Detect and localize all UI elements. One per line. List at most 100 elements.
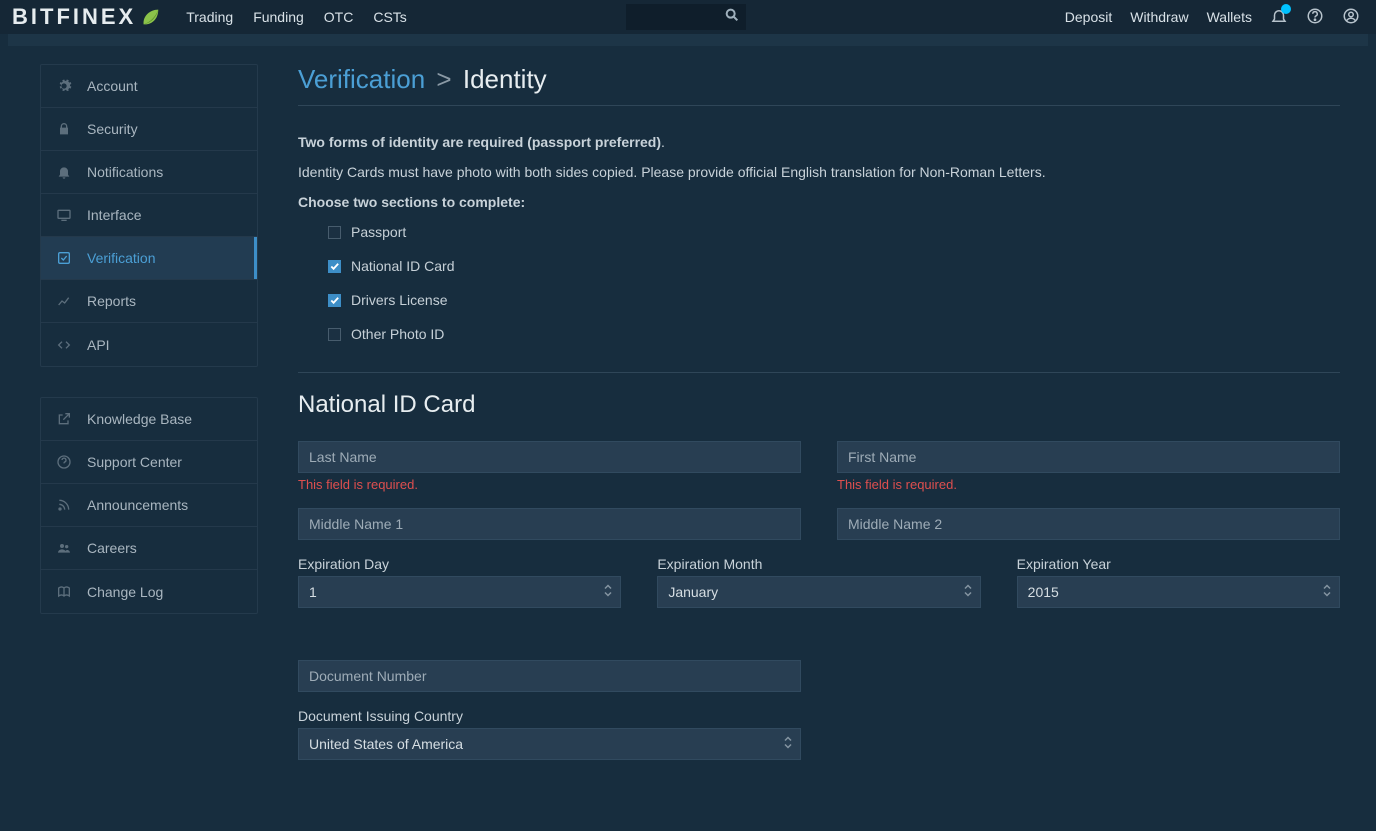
checkbox-other-photo-id[interactable]: Other Photo ID	[328, 326, 1340, 342]
sidebar-item-reports[interactable]: Reports	[41, 280, 257, 323]
sidebar-item-label: Notifications	[87, 164, 163, 180]
last-name-field: This field is required.	[298, 441, 801, 492]
sidebar-item-label: Careers	[87, 540, 137, 556]
last-name-input[interactable]	[298, 441, 801, 473]
nav-withdraw[interactable]: Withdraw	[1130, 9, 1188, 25]
middle-name-1-input[interactable]	[298, 508, 801, 540]
expiration-month-select[interactable]: January	[657, 576, 980, 608]
middle-name-2-input[interactable]	[837, 508, 1340, 540]
sidebar-item-support-center[interactable]: Support Center	[41, 441, 257, 484]
sidebar-item-label: Knowledge Base	[87, 411, 192, 427]
sidebar-item-account[interactable]: Account	[41, 65, 257, 108]
nav-funding[interactable]: Funding	[253, 9, 304, 25]
sidebar-item-label: API	[87, 337, 110, 353]
global-search	[626, 4, 746, 30]
search-button[interactable]	[724, 7, 740, 26]
bell-icon	[55, 163, 73, 181]
section-divider	[298, 372, 1340, 373]
document-number-input[interactable]	[298, 660, 801, 692]
field-label: Expiration Year	[1017, 556, 1340, 572]
sidebar-item-label: Security	[87, 121, 138, 137]
sidebar-group-support: Knowledge Base Support Center Announceme…	[40, 397, 258, 614]
section-heading: National ID Card	[298, 391, 1340, 419]
sidebar-item-verification[interactable]: Verification	[41, 237, 257, 280]
checkbox-icon	[328, 328, 341, 341]
id-type-checklist: Passport National ID Card Drivers Licens…	[328, 224, 1340, 342]
sidebar-group-account: Account Security Notifications Interface…	[40, 64, 258, 367]
people-icon	[55, 539, 73, 557]
leaf-icon	[138, 5, 162, 29]
sidebar-item-knowledge-base[interactable]: Knowledge Base	[41, 398, 257, 441]
rss-icon	[55, 496, 73, 514]
sidebar-item-api[interactable]: API	[41, 323, 257, 366]
expiration-day-select[interactable]: 1	[298, 576, 621, 608]
sidebar-item-label: Announcements	[87, 497, 188, 513]
issuing-country-select[interactable]: United States of America	[298, 728, 801, 760]
breadcrumb-root[interactable]: Verification	[298, 64, 425, 94]
top-bar: BITFINEX Trading Funding OTC CSTs Deposi…	[0, 0, 1376, 34]
primary-nav: Trading Funding OTC CSTs	[186, 9, 407, 25]
main-content: Verification > Identity Two forms of ide…	[298, 64, 1376, 800]
notifications-button[interactable]	[1270, 7, 1288, 28]
nav-deposit[interactable]: Deposit	[1065, 9, 1112, 25]
sidebar-item-careers[interactable]: Careers	[41, 527, 257, 570]
checkbox-icon	[328, 226, 341, 239]
sidebar-item-label: Verification	[87, 250, 155, 266]
gear-icon	[55, 77, 73, 95]
form-spacer	[298, 624, 1340, 644]
last-name-error: This field is required.	[298, 477, 801, 492]
sidebar-item-notifications[interactable]: Notifications	[41, 151, 257, 194]
help-icon	[55, 453, 73, 471]
first-name-error: This field is required.	[837, 477, 1340, 492]
nav-trading[interactable]: Trading	[186, 9, 233, 25]
sidebar-item-security[interactable]: Security	[41, 108, 257, 151]
account-button[interactable]	[1342, 7, 1360, 28]
checkbox-label: Drivers License	[351, 292, 447, 308]
issuing-country-field: Document Issuing Country United States o…	[298, 708, 801, 760]
checkbox-passport[interactable]: Passport	[328, 224, 1340, 240]
secondary-nav: Deposit Withdraw Wallets	[1065, 7, 1360, 28]
sidebar-item-label: Support Center	[87, 454, 182, 470]
help-button[interactable]	[1306, 7, 1324, 28]
sidebar-item-change-log[interactable]: Change Log	[41, 570, 257, 613]
checkbox-label: Passport	[351, 224, 406, 240]
sidebar-item-label: Reports	[87, 293, 136, 309]
external-link-icon	[55, 410, 73, 428]
intro-bold: Two forms of identity are required (pass…	[298, 134, 661, 150]
sidebar: Account Security Notifications Interface…	[40, 64, 258, 800]
page-title: Verification > Identity	[298, 64, 1340, 106]
checkbox-icon	[328, 294, 341, 307]
user-icon	[1342, 7, 1360, 28]
first-name-field: This field is required.	[837, 441, 1340, 492]
intro-line-2: Identity Cards must have photo with both…	[298, 164, 1340, 180]
brand-name: BITFINEX	[12, 4, 136, 30]
check-square-icon	[55, 249, 73, 267]
nav-wallets[interactable]: Wallets	[1207, 9, 1252, 25]
checkbox-national-id[interactable]: National ID Card	[328, 258, 1340, 274]
sidebar-item-label: Account	[87, 78, 138, 94]
chart-line-icon	[55, 292, 73, 310]
expiration-year-select[interactable]: 2015	[1017, 576, 1340, 608]
checkbox-drivers-license[interactable]: Drivers License	[328, 292, 1340, 308]
sidebar-item-label: Interface	[87, 207, 141, 223]
monitor-icon	[55, 206, 73, 224]
field-label: Expiration Month	[657, 556, 980, 572]
book-icon	[55, 583, 73, 601]
intro-line-3: Choose two sections to complete:	[298, 194, 1340, 210]
checkbox-icon	[328, 260, 341, 273]
breadcrumb-leaf: Identity	[463, 64, 547, 94]
document-number-field	[298, 660, 801, 692]
sidebar-item-label: Change Log	[87, 584, 163, 600]
sidebar-item-announcements[interactable]: Announcements	[41, 484, 257, 527]
checkbox-label: National ID Card	[351, 258, 455, 274]
expiration-month-field: Expiration Month January	[657, 556, 980, 608]
first-name-input[interactable]	[837, 441, 1340, 473]
nav-csts[interactable]: CSTs	[373, 9, 406, 25]
code-icon	[55, 336, 73, 354]
sidebar-item-interface[interactable]: Interface	[41, 194, 257, 237]
nav-otc[interactable]: OTC	[324, 9, 354, 25]
field-label: Document Issuing Country	[298, 708, 801, 724]
search-icon	[724, 11, 740, 26]
brand[interactable]: BITFINEX	[12, 4, 162, 30]
middle-name-2-field	[837, 508, 1340, 540]
